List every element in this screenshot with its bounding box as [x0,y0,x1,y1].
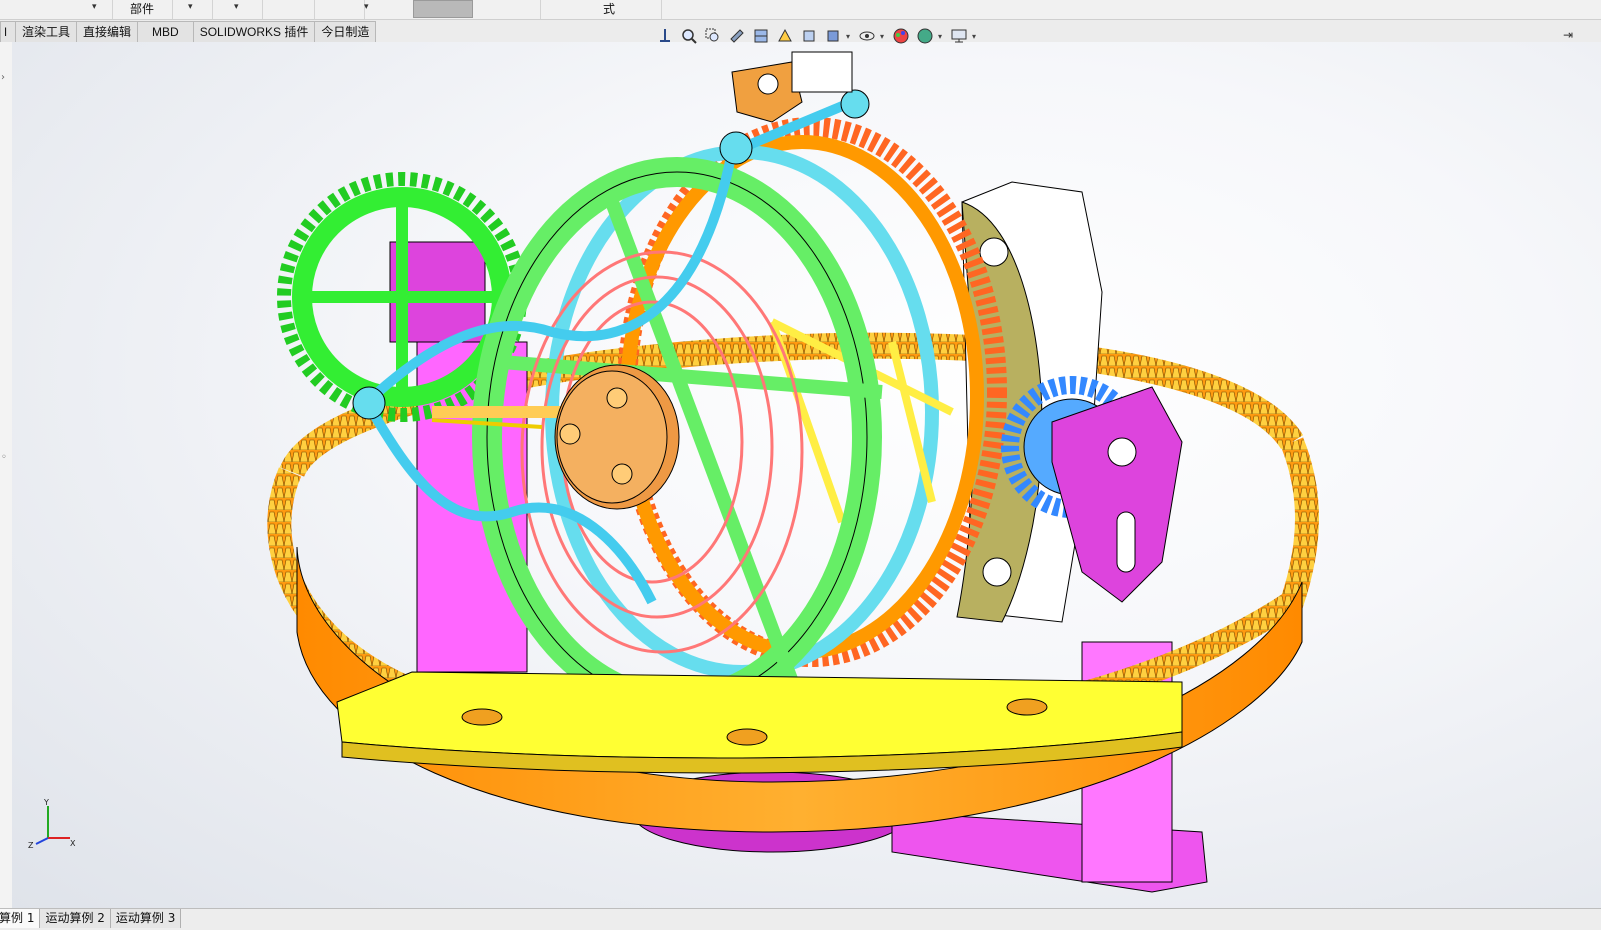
motion-study-tabs: 算例 1 运动算例 2 运动算例 3 [0,908,1601,930]
central-hub [554,364,680,510]
toolbar-dropdown-2[interactable]: ▾ [172,0,213,19]
tab-render-tools[interactable]: 渲染工具 [15,21,78,43]
axis-y-label: Y [43,798,49,807]
collapse-panel-icon[interactable]: ⇥ [1563,28,1573,42]
chevron-down-icon[interactable]: ▾ [938,32,946,41]
top-toolbar: ▾ 部件 ▾ ▾ ▾ 式 [0,0,1601,20]
cage-pivot-top [719,131,753,165]
command-manager-tabs: ǀ 渲染工具 直接编辑 MBD SOLIDWORKS 插件 今日制造 [0,21,377,43]
section-view-icon[interactable] [750,25,772,47]
assembly-menu[interactable]: 部件 [112,0,173,19]
view-orientation-cube-icon[interactable] [798,25,820,47]
apply-scene-icon[interactable] [914,25,936,47]
chevron-down-icon: ▾ [188,2,193,12]
chevron-down-icon: ▾ [92,2,97,12]
chevron-down-icon[interactable]: ▾ [846,32,854,41]
tab-mbd[interactable]: MBD [137,21,194,43]
color-swatch[interactable] [413,0,473,18]
panel-handle-icon[interactable]: ◦ [1,452,7,463]
toolbar-field-1[interactable] [262,0,315,19]
cage-pivot-left [352,386,386,420]
view-settings-icon[interactable] [948,25,970,47]
reference-triad: Y X Z [28,798,76,850]
edit-appearance-icon[interactable] [890,25,912,47]
tab-solidworks-addins[interactable]: SOLIDWORKS 插件 [192,21,316,43]
tab-direct-edit[interactable]: 直接编辑 [76,21,139,43]
tab-motion-study-3[interactable]: 运动算例 3 [110,909,182,928]
chevron-down-icon: ▾ [234,2,239,12]
tab-study-1[interactable]: 算例 1 [0,909,41,928]
toolbar-dropdown-3[interactable]: ▾ [212,0,263,19]
view-orientation-icon[interactable] [654,25,676,47]
chevron-down-icon[interactable]: ▾ [972,32,980,41]
toolbar-dropdown-4[interactable]: ▾ [314,0,369,19]
dynamic-annotation-icon[interactable] [774,25,796,47]
toolbar-dropdown-1[interactable]: ▾ [0,0,113,19]
zoom-to-fit-icon[interactable] [678,25,700,47]
right-support-head [1051,386,1183,603]
hide-show-items-icon[interactable] [856,25,878,47]
tab-motion-study-2[interactable]: 运动算例 2 [40,909,111,928]
style-label: 式 [603,2,616,16]
axis-x-label: X [70,839,76,848]
tourbillon-assembly-model[interactable] [12,42,1601,908]
zoom-to-area-icon[interactable] [702,25,724,47]
previous-view-icon[interactable] [726,25,748,47]
tab-today-manufacturing[interactable]: 今日制造 [314,21,377,43]
tab-prev[interactable]: ǀ [0,21,16,43]
axis-z-label: Z [28,841,34,850]
display-style-icon[interactable] [822,25,844,47]
chevron-down-icon: ▾ [364,2,369,12]
chevron-right-icon[interactable]: › [1,72,5,83]
assembly-label: 部件 [130,2,155,16]
heads-up-view-toolbar: ▾ ▾ ▾ ▾ [654,24,980,48]
yellow-bridge [336,671,1183,774]
chevron-down-icon[interactable]: ▾ [880,32,888,41]
style-menu[interactable]: 式 [540,0,662,19]
